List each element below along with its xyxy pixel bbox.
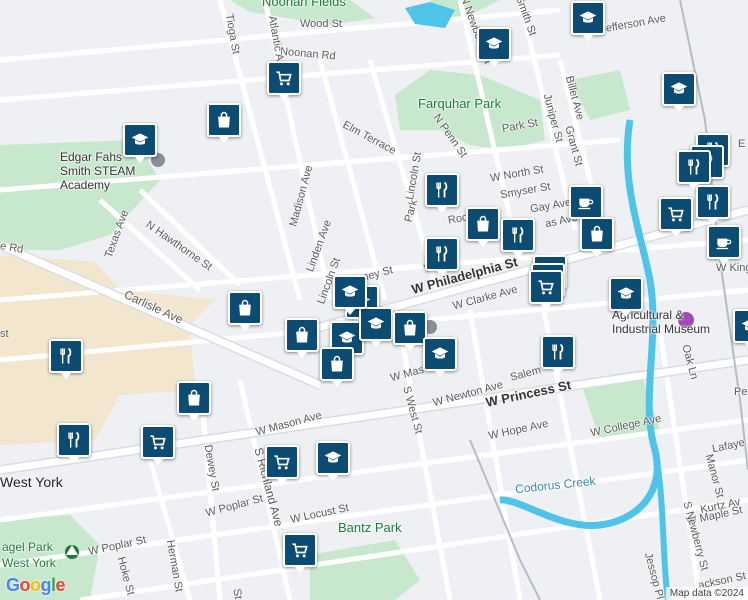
restaurant-icon	[703, 192, 723, 212]
restaurant-icon	[684, 157, 704, 177]
coffee-icon	[714, 232, 734, 252]
museum-icon	[678, 312, 694, 328]
school-icon	[669, 79, 689, 99]
map-marker-cart[interactable]	[267, 61, 301, 101]
map-marker-school[interactable]	[423, 337, 457, 377]
map-marker-restaurant[interactable]	[49, 339, 83, 379]
map-marker-bag[interactable]	[466, 207, 500, 247]
map-marker-restaurant[interactable]	[425, 173, 459, 213]
google-logo: Google	[6, 575, 66, 596]
bag-icon	[473, 214, 493, 234]
school-icon	[484, 34, 504, 54]
logo-letter: e	[55, 575, 66, 595]
bag-icon	[184, 388, 204, 408]
cart-icon	[272, 452, 292, 472]
map-marker-bag[interactable]	[393, 311, 427, 351]
map-marker-bag[interactable]	[320, 347, 354, 387]
logo-letter: o	[19, 575, 31, 595]
map-marker-school[interactable]	[609, 277, 643, 317]
bag-icon	[587, 224, 607, 244]
codorus-creek	[499, 119, 661, 529]
map-marker-cart[interactable]	[141, 425, 175, 465]
map-marker-restaurant[interactable]	[541, 335, 575, 375]
logo-letter: G	[6, 575, 20, 595]
farquhar-park-area	[395, 70, 545, 150]
school-icon	[337, 328, 357, 348]
bag-icon	[235, 298, 255, 318]
school-icon	[578, 8, 598, 28]
logo-letter: g	[40, 575, 52, 595]
map-marker-cart[interactable]	[265, 445, 299, 485]
bag-icon	[292, 325, 312, 345]
bag-icon	[400, 318, 420, 338]
map-marker-school[interactable]	[662, 72, 696, 112]
cart-icon	[148, 432, 168, 452]
map-marker-cart[interactable]	[283, 533, 317, 573]
map-marker-school[interactable]	[733, 309, 748, 349]
map-marker-bag[interactable]	[285, 318, 319, 358]
map-marker-bag[interactable]	[207, 103, 241, 143]
green-area	[570, 70, 630, 120]
map-marker-coffee[interactable]	[569, 185, 603, 225]
map-marker-school[interactable]	[316, 441, 350, 481]
restaurant-icon	[432, 244, 452, 264]
coffee-icon	[576, 192, 596, 212]
map-marker-school[interactable]	[359, 307, 393, 347]
restaurant-icon	[508, 225, 528, 245]
bag-icon	[214, 110, 234, 130]
map-marker-school[interactable]	[571, 1, 605, 41]
cart-icon	[666, 204, 686, 224]
map-marker-school[interactable]	[477, 27, 511, 67]
map-marker-coffee[interactable]	[707, 225, 741, 265]
map-marker-school[interactable]	[123, 123, 157, 163]
school-icon	[366, 314, 386, 334]
map-canvas[interactable]: Noonan Fields Wood St Noonan Rd Tioga St…	[0, 0, 748, 600]
map-attribution[interactable]: Map data ©2024	[665, 587, 748, 600]
map-marker-school[interactable]	[333, 275, 367, 315]
school-icon	[340, 282, 360, 302]
map-marker-restaurant[interactable]	[677, 150, 711, 190]
restaurant-icon	[64, 430, 84, 450]
map-marker-restaurant[interactable]	[501, 218, 535, 258]
map-marker-bag[interactable]	[228, 291, 262, 331]
map-marker-cart[interactable]	[659, 197, 693, 237]
map-marker-restaurant[interactable]	[696, 185, 730, 225]
logo-letter: o	[30, 575, 41, 595]
noonan-fields-area	[230, 0, 375, 25]
map-marker-bag[interactable]	[177, 381, 211, 421]
cart-icon	[536, 277, 556, 297]
restaurant-icon	[548, 342, 568, 362]
cart-icon	[274, 68, 294, 88]
school-icon	[130, 130, 150, 150]
school-icon	[323, 448, 343, 468]
restaurant-icon	[56, 346, 76, 366]
map-marker-restaurant[interactable]	[425, 237, 459, 277]
map-marker-cart[interactable]	[529, 270, 563, 310]
school-icon	[616, 284, 636, 304]
map-marker-bag[interactable]	[580, 217, 614, 257]
bag-icon	[327, 354, 347, 374]
bantz-park-area	[310, 540, 420, 600]
restaurant-icon	[432, 180, 452, 200]
school-icon	[430, 344, 450, 364]
school-icon	[740, 316, 748, 336]
cart-icon	[290, 540, 310, 560]
map-marker-restaurant[interactable]	[57, 423, 91, 463]
